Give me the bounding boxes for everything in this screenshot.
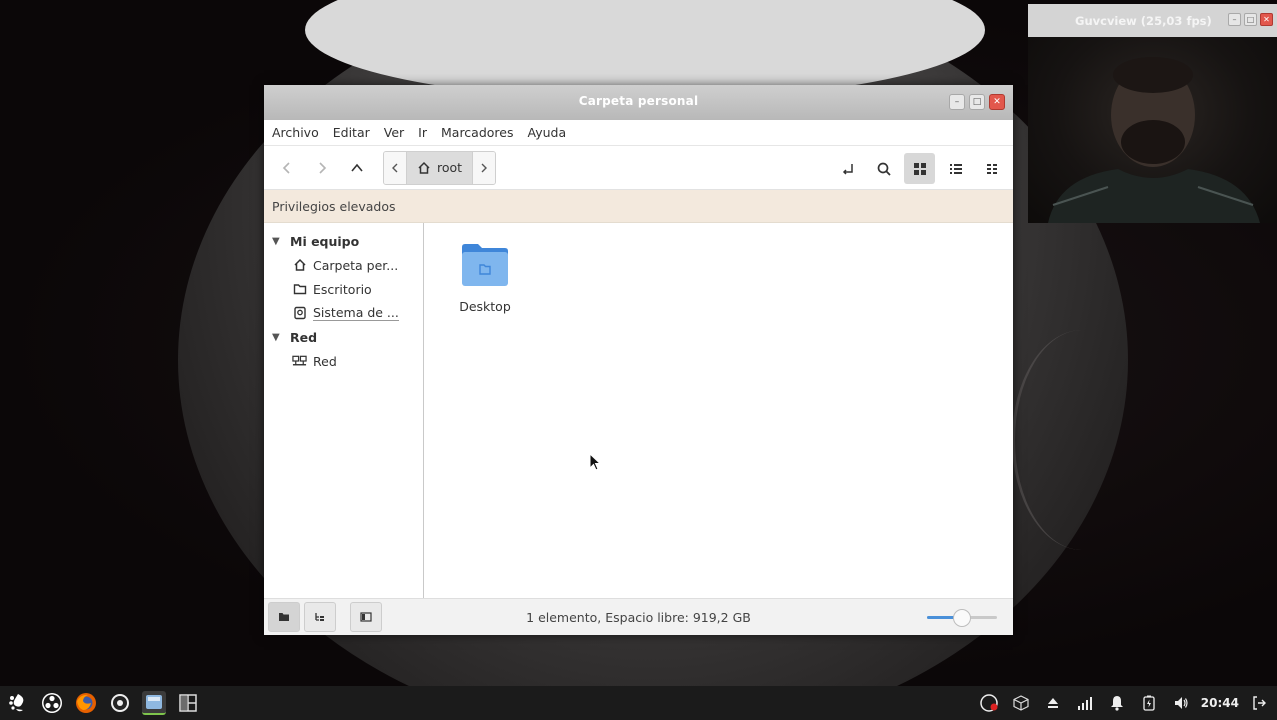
sidebar-item-label: Sistema de ... <box>313 305 399 321</box>
volume-icon[interactable] <box>1169 691 1193 715</box>
grid-icon <box>913 162 926 175</box>
menu-ayuda[interactable]: Ayuda <box>528 125 567 140</box>
icon-view-button[interactable] <box>904 153 935 184</box>
network-signal-icon[interactable] <box>1073 691 1097 715</box>
menubar: Archivo Editar Ver Ir Marcadores Ayuda <box>264 120 1013 146</box>
window-titlebar[interactable]: Carpeta personal – □ ✕ <box>264 85 1013 120</box>
toolbar: root <box>264 146 1013 190</box>
file-area[interactable]: Desktop <box>424 223 1013 598</box>
taskbar: 20:44 <box>0 686 1277 720</box>
system-tray: 20:44 <box>977 686 1271 720</box>
home-icon <box>418 161 430 174</box>
workspace-switcher-icon[interactable] <box>176 691 200 715</box>
main-content: ▼ Mi equipo Carpeta per... Escritorio Si… <box>264 223 1013 598</box>
chevron-right-icon <box>481 163 488 172</box>
power-menu-icon[interactable] <box>1247 691 1271 715</box>
notification-bell-icon[interactable] <box>1105 691 1129 715</box>
folder-icon <box>292 282 307 296</box>
webcam-minimize-button[interactable]: – <box>1228 13 1241 26</box>
webcam-titlebar[interactable]: Guvcview (25,03 fps) – □ ✕ <box>1028 4 1277 37</box>
sidebar-item-carpeta-personal[interactable]: Carpeta per... <box>264 253 423 277</box>
battery-icon[interactable] <box>1137 691 1161 715</box>
sidebar-item-label: Red <box>313 353 337 369</box>
status-text: 1 elemento, Espacio libre: 919,2 GB <box>526 609 751 625</box>
chevron-left-icon <box>282 161 290 174</box>
sidebar-section-label: Mi equipo <box>290 233 360 249</box>
menu-marcadores[interactable]: Marcadores <box>441 125 514 140</box>
sidebar-item-sistema-de-archivos[interactable]: Sistema de ... <box>264 301 423 325</box>
path-crumb-label: root <box>437 160 463 175</box>
minimize-button[interactable]: – <box>949 94 965 110</box>
webcam-window: Guvcview (25,03 fps) – □ ✕ <box>1028 4 1277 223</box>
home-icon <box>292 258 307 272</box>
webcam-person-image <box>1048 57 1260 223</box>
file-name: Desktop <box>459 299 511 314</box>
infobar-text: Privilegios elevados <box>272 198 396 214</box>
file-manager-icon[interactable] <box>142 691 166 715</box>
chevron-down-icon: ▼ <box>272 331 280 343</box>
gnome-menu-icon[interactable] <box>6 691 30 715</box>
list-view-button[interactable] <box>940 153 971 184</box>
list-icon <box>949 163 962 174</box>
path-scroll-left-button[interactable] <box>384 151 406 184</box>
folder-icon <box>462 244 508 286</box>
obs-studio-icon[interactable] <box>108 691 132 715</box>
up-button[interactable] <box>342 153 372 183</box>
chevron-down-icon: ▼ <box>272 235 280 247</box>
firefox-icon[interactable] <box>74 691 98 715</box>
sidebar-section-red[interactable]: ▼ Red <box>264 325 423 349</box>
network-icon <box>292 354 307 368</box>
clock[interactable]: 20:44 <box>1201 696 1239 710</box>
path-scroll-right-button[interactable] <box>473 151 496 184</box>
file-item-desktop[interactable]: Desktop <box>448 239 522 314</box>
chevron-right-icon <box>319 161 327 174</box>
file-manager-window: Carpeta personal – □ ✕ Archivo Editar Ve… <box>264 85 1013 635</box>
maximize-button[interactable]: □ <box>969 94 985 110</box>
package-icon[interactable] <box>1009 691 1033 715</box>
search-icon <box>877 162 891 176</box>
sidebar-item-label: Escritorio <box>313 281 372 297</box>
statusbar: 1 elemento, Espacio libre: 919,2 GB <box>264 598 1013 635</box>
window-title: Carpeta personal <box>578 94 699 108</box>
eject-icon[interactable] <box>1041 691 1065 715</box>
webcam-maximize-button[interactable]: □ <box>1244 13 1257 26</box>
sidebar-section-mi-equipo[interactable]: ▼ Mi equipo <box>264 229 423 253</box>
webcam-close-button[interactable]: ✕ <box>1260 13 1273 26</box>
search-button[interactable] <box>868 153 899 184</box>
elevated-privileges-bar: Privilegios elevados <box>264 190 1013 223</box>
path-crumb-root[interactable]: root <box>406 151 474 184</box>
close-button[interactable]: ✕ <box>989 94 1005 110</box>
obs-studio-icon[interactable] <box>40 691 64 715</box>
wallpaper-ring <box>1012 330 1152 550</box>
compact-list-icon <box>986 163 997 174</box>
forward-button[interactable] <box>307 153 337 183</box>
drive-icon <box>292 306 307 320</box>
menu-editar[interactable]: Editar <box>333 125 370 140</box>
menu-archivo[interactable]: Archivo <box>272 125 319 140</box>
menu-ir[interactable]: Ir <box>418 125 427 140</box>
obs-tray-icon[interactable] <box>977 691 1001 715</box>
chevron-left-icon <box>392 163 398 172</box>
sidebar-section-label: Red <box>290 329 318 345</box>
back-button[interactable] <box>272 153 302 183</box>
sidebar-item-escritorio[interactable]: Escritorio <box>264 277 423 301</box>
zoom-slider[interactable] <box>927 609 997 627</box>
menu-ver[interactable]: Ver <box>384 125 404 140</box>
path-bar: root <box>383 150 497 185</box>
zoom-handle[interactable] <box>953 609 971 627</box>
view-controls <box>832 153 1007 184</box>
compact-view-button[interactable] <box>976 153 1007 184</box>
mouse-cursor-icon <box>589 453 602 471</box>
chevron-up-icon <box>351 163 363 172</box>
sidebar-item-label: Carpeta per... <box>313 257 399 273</box>
toggle-location-button[interactable] <box>832 153 863 184</box>
window-controls: – □ ✕ <box>949 94 1005 110</box>
sidebar-item-red[interactable]: Red <box>264 349 423 373</box>
webcam-title: Guvcview (25,03 fps) <box>1075 14 1212 28</box>
taskbar-launchers <box>0 691 200 715</box>
sidebar: ▼ Mi equipo Carpeta per... Escritorio Si… <box>264 223 424 598</box>
webcam-video-feed <box>1028 37 1277 223</box>
location-toggle-icon <box>842 163 853 175</box>
webcam-window-controls: – □ ✕ <box>1228 13 1273 26</box>
